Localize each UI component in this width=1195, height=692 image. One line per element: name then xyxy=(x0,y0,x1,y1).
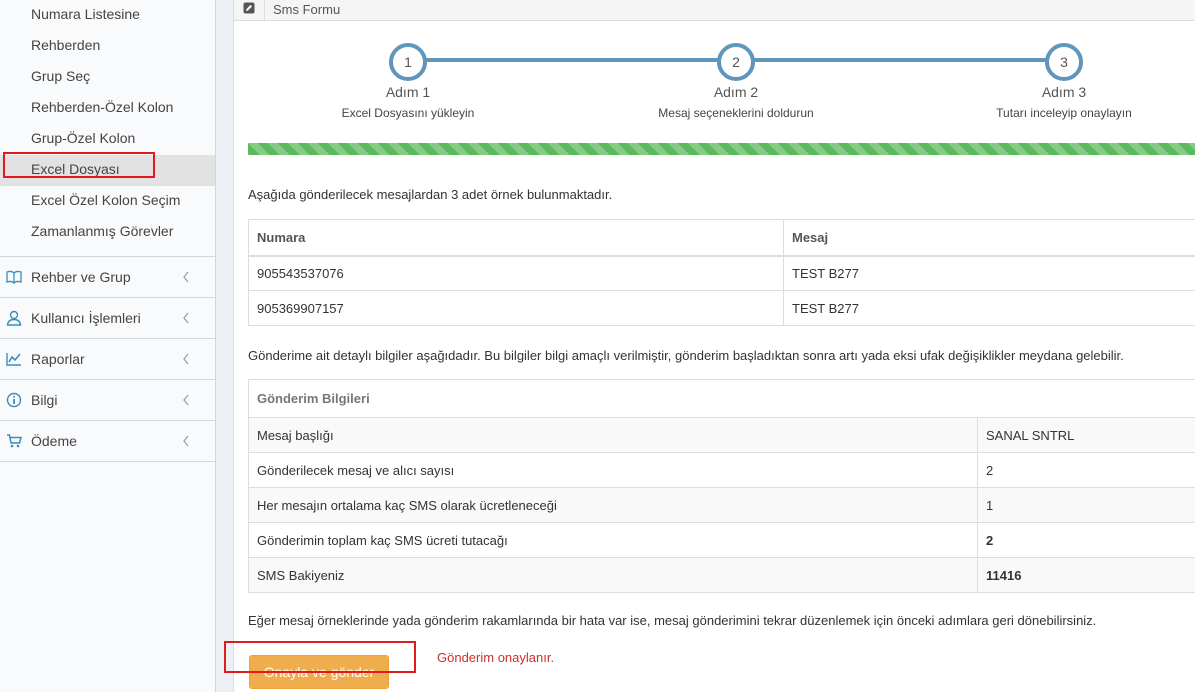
table-row: SMS Bakiyeniz 11416 xyxy=(248,557,1195,593)
sidebar-item-label: Bilgi xyxy=(31,392,58,408)
confirm-and-send-button[interactable]: Onayla ve gönder xyxy=(249,655,389,689)
cell-mesaj: TEST B277 xyxy=(783,290,1195,326)
sidebar-item-zamanlanmis-gorevler[interactable]: Zamanlanmış Görevler xyxy=(0,217,215,248)
detail-label: Mesaj başlığı xyxy=(248,417,978,453)
detail-value: 11416 xyxy=(977,557,1195,593)
sidebar-item-grup-ozel-kolon[interactable]: Grup-Özel Kolon xyxy=(0,124,215,155)
sidebar-item-label: Rehber ve Grup xyxy=(31,269,131,285)
samples-table: Numara Mesaj 905543537076 TEST B277 9053… xyxy=(248,219,1195,326)
sidebar-item-odeme[interactable]: Ödeme xyxy=(0,421,215,462)
panel-header: Sms Formu xyxy=(234,0,1195,21)
chevron-left-icon xyxy=(182,393,190,409)
sms-form-panel: Sms Formu 1 Adım 1 Excel Dosyasını yükle… xyxy=(233,0,1195,692)
chevron-left-icon xyxy=(182,352,190,368)
detail-label: Gönderimin toplam kaç SMS ücreti tutacağ… xyxy=(248,522,978,558)
sidebar-item-label: Kullanıcı İşlemleri xyxy=(31,310,141,326)
detail-value: 1 xyxy=(977,487,1195,523)
detail-label: Gönderilecek mesaj ve alıcı sayısı xyxy=(248,452,978,488)
chevron-left-icon xyxy=(182,311,190,327)
footer-note-text: Eğer mesaj örneklerinde yada gönderim ra… xyxy=(248,613,1097,628)
sidebar-item-excel-ozel-kolon-secim[interactable]: Excel Özel Kolon Seçim xyxy=(0,186,215,217)
sidebar: Numara Listesine Rehberden Grup Seç Rehb… xyxy=(0,0,216,692)
main-content: Sms Formu 1 Adım 1 Excel Dosyasını yükle… xyxy=(217,0,1195,692)
wizard-progress-bar xyxy=(248,143,1195,155)
sidebar-item-kullanici-islemleri[interactable]: Kullanıcı İşlemleri xyxy=(0,298,215,339)
detail-value: 2 xyxy=(977,452,1195,488)
wizard-step-2-label: Adım 2 xyxy=(713,84,759,100)
line-chart-icon xyxy=(5,350,23,368)
cell-numara: 905543537076 xyxy=(248,255,784,291)
edit-icon xyxy=(243,2,255,14)
sidebar-item-rehberden[interactable]: Rehberden xyxy=(0,31,215,62)
table-row: 905369907157 TEST B277 xyxy=(248,290,1195,326)
wizard-step-3-label: Adım 3 xyxy=(1041,84,1087,100)
sidebar-item-numara-listesine[interactable]: Numara Listesine xyxy=(0,0,215,31)
wizard-step-3-circle[interactable]: 3 xyxy=(1045,43,1083,81)
chevron-left-icon xyxy=(182,434,190,450)
wizard-step-3-desc: Tutarı inceleyip onaylayın xyxy=(996,106,1132,120)
sidebar-item-rehberden-ozel-kolon[interactable]: Rehberden-Özel Kolon xyxy=(0,93,215,124)
cell-numara: 905369907157 xyxy=(248,290,784,326)
chevron-left-icon xyxy=(182,270,190,286)
table-header-row: Numara Mesaj xyxy=(248,219,1195,257)
sidebar-item-bilgi[interactable]: Bilgi xyxy=(0,380,215,421)
details-caption-row: Gönderim Bilgileri xyxy=(248,379,1195,418)
book-icon xyxy=(5,268,23,286)
sidebar-item-label: Raporlar xyxy=(31,351,85,367)
details-table: Gönderim Bilgileri Mesaj başlığı SANAL S… xyxy=(248,379,1195,593)
table-row: 905543537076 TEST B277 xyxy=(248,255,1195,291)
details-intro-text: Gönderime ait detaylı bilgiler aşağıdadı… xyxy=(248,348,1124,363)
wizard-step-2-desc: Mesaj seçeneklerini doldurun xyxy=(658,106,814,120)
detail-label: SMS Bakiyeniz xyxy=(248,557,978,593)
sidebar-item-excel-dosyasi[interactable]: Excel Dosyası xyxy=(0,155,215,186)
cell-mesaj: TEST B277 xyxy=(783,255,1195,291)
sidebar-item-raporlar[interactable]: Raporlar xyxy=(0,339,215,380)
annotation-text: Gönderim onaylanır. xyxy=(437,650,555,665)
column-header-numara: Numara xyxy=(248,219,784,257)
table-row: Her mesajın ortalama kaç SMS olarak ücre… xyxy=(248,487,1195,523)
sidebar-item-rehber-ve-grup[interactable]: Rehber ve Grup xyxy=(0,257,215,298)
panel-title: Sms Formu xyxy=(273,2,341,17)
table-row: Mesaj başlığı SANAL SNTRL xyxy=(248,417,1195,453)
table-row: Gönderilecek mesaj ve alıcı sayısı 2 xyxy=(248,452,1195,488)
detail-value: SANAL SNTRL xyxy=(977,417,1195,453)
sidebar-item-grup-sec[interactable]: Grup Seç xyxy=(0,62,215,93)
detail-label: Her mesajın ortalama kaç SMS olarak ücre… xyxy=(248,487,978,523)
detail-value: 2 xyxy=(977,522,1195,558)
info-icon xyxy=(5,391,23,409)
sms-submenu: Numara Listesine Rehberden Grup Seç Rehb… xyxy=(0,0,215,257)
wizard-step-1-label: Adım 1 xyxy=(385,84,431,100)
wizard-step-1-desc: Excel Dosyasını yükleyin xyxy=(341,106,475,120)
cart-icon xyxy=(5,432,23,450)
users-icon xyxy=(5,309,23,327)
sample-intro-text: Aşağıda gönderilecek mesajlardan 3 adet … xyxy=(248,187,613,202)
wizard-step-1-circle[interactable]: 1 xyxy=(389,43,427,81)
table-row: Gönderimin toplam kaç SMS ücreti tutacağ… xyxy=(248,522,1195,558)
details-caption: Gönderim Bilgileri xyxy=(248,379,1195,418)
wizard-step-2-circle[interactable]: 2 xyxy=(717,43,755,81)
sidebar-item-label: Ödeme xyxy=(31,433,77,449)
column-header-mesaj: Mesaj xyxy=(783,219,1195,257)
header-divider xyxy=(264,0,265,21)
step-wizard: 1 Adım 1 Excel Dosyasını yükleyin 2 Adım… xyxy=(234,43,1195,133)
